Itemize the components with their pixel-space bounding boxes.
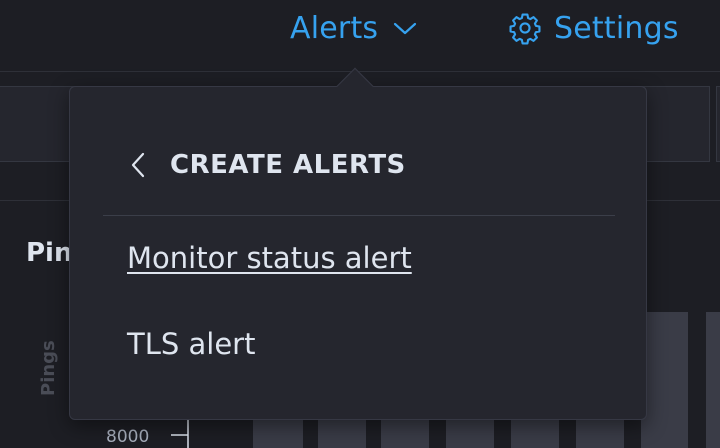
create-alerts-popover: CREATE ALERTS Monitor status alert TLS a…	[69, 67, 647, 420]
y-tick-label: 8000	[106, 427, 149, 447]
filter-field[interactable]	[640, 86, 710, 162]
filter-field[interactable]	[716, 86, 720, 162]
chevron-down-icon	[392, 20, 418, 36]
chevron-left-icon	[130, 151, 146, 179]
popover-arrow	[336, 67, 374, 105]
monitor-status-alert-item[interactable]: Monitor status alert	[127, 241, 412, 275]
back-button[interactable]: CREATE ALERTS	[130, 150, 406, 180]
panel-title: Pin	[26, 238, 73, 268]
gear-icon	[508, 11, 542, 45]
chart-bar	[641, 312, 688, 448]
popover-divider	[103, 215, 615, 216]
alerts-menu-button[interactable]: Alerts	[290, 8, 418, 48]
tls-alert-item[interactable]: TLS alert	[127, 327, 255, 361]
popover-title: CREATE ALERTS	[170, 150, 406, 180]
alerts-label: Alerts	[290, 10, 379, 46]
settings-button[interactable]: Settings	[508, 8, 679, 48]
top-header: Alerts Settings	[0, 0, 720, 72]
settings-label: Settings	[554, 10, 679, 46]
chart-bar	[706, 312, 720, 448]
